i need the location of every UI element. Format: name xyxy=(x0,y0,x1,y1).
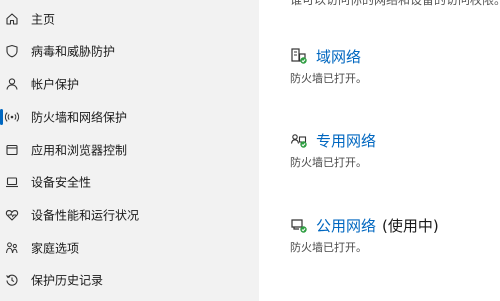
sidebar-item-home[interactable]: 主页 xyxy=(0,5,259,33)
sidebar-item-label: 病毒和威胁防护 xyxy=(31,44,116,59)
sidebar-item-device-security[interactable]: 设备安全性 xyxy=(0,168,259,196)
heart-pulse-icon xyxy=(4,207,20,223)
network-domain: 域网络 防火墙已打开。 xyxy=(290,45,367,86)
sidebar-item-app-browser-control[interactable]: 应用和浏览器控制 xyxy=(0,136,259,164)
network-private: 专用网络 防火墙已打开。 xyxy=(290,129,376,170)
sidebar-item-label: 家庭选项 xyxy=(31,241,80,256)
person-icon xyxy=(4,76,20,92)
network-status: 防火墙已打开。 xyxy=(290,72,367,85)
network-public: 公用网络 (使用中) 防火墙已打开。 xyxy=(290,214,439,255)
sidebar-item-family-options[interactable]: 家庭选项 xyxy=(0,234,259,262)
network-public-link[interactable]: 公用网络 xyxy=(316,215,376,236)
sidebar-item-protection-history[interactable]: 保护历史记录 xyxy=(0,266,259,294)
sidebar-item-label: 保护历史记录 xyxy=(31,273,104,288)
page-description: 谁可以访问你的网络和设备的访问权限。 xyxy=(290,0,500,7)
app-window-icon xyxy=(4,142,20,158)
sidebar-item-virus-protection[interactable]: 病毒和威胁防护 xyxy=(0,37,259,65)
sidebar-item-label: 帐户保护 xyxy=(31,77,80,92)
public-network-icon xyxy=(290,216,308,234)
home-icon xyxy=(4,11,20,27)
sidebar-item-account-protection[interactable]: 帐户保护 xyxy=(0,70,259,98)
sidebar-item-device-performance[interactable]: 设备性能和运行状况 xyxy=(0,201,259,229)
main-content: 谁可以访问你的网络和设备的访问权限。 域网络 防火墙已打开。 专用网络 防火墙已… xyxy=(259,0,500,301)
sidebar-item-firewall[interactable]: 防火墙和网络保护 xyxy=(0,103,259,131)
family-icon xyxy=(4,240,20,256)
sidebar: 主页 病毒和威胁防护 帐户保护 防火墙和网络保护 应用和浏览器控制 设备安全性 xyxy=(0,0,259,301)
network-domain-link[interactable]: 域网络 xyxy=(316,46,361,67)
network-private-link[interactable]: 专用网络 xyxy=(316,130,376,151)
laptop-icon xyxy=(4,174,20,190)
network-status: 防火墙已打开。 xyxy=(290,241,367,254)
history-icon xyxy=(4,272,20,288)
sidebar-item-label: 主页 xyxy=(31,12,56,27)
sidebar-item-label: 设备性能和运行状况 xyxy=(31,208,140,223)
active-indicator xyxy=(0,109,3,125)
in-use-label: (使用中) xyxy=(382,216,439,235)
sidebar-item-label: 应用和浏览器控制 xyxy=(31,143,128,158)
wifi-antenna-icon xyxy=(4,109,20,125)
shield-icon xyxy=(4,43,20,59)
sidebar-item-label: 防火墙和网络保护 xyxy=(31,110,128,125)
network-status: 防火墙已打开。 xyxy=(290,156,367,169)
domain-network-icon xyxy=(290,47,308,65)
sidebar-item-label: 设备安全性 xyxy=(31,175,92,190)
private-network-icon xyxy=(290,131,308,149)
